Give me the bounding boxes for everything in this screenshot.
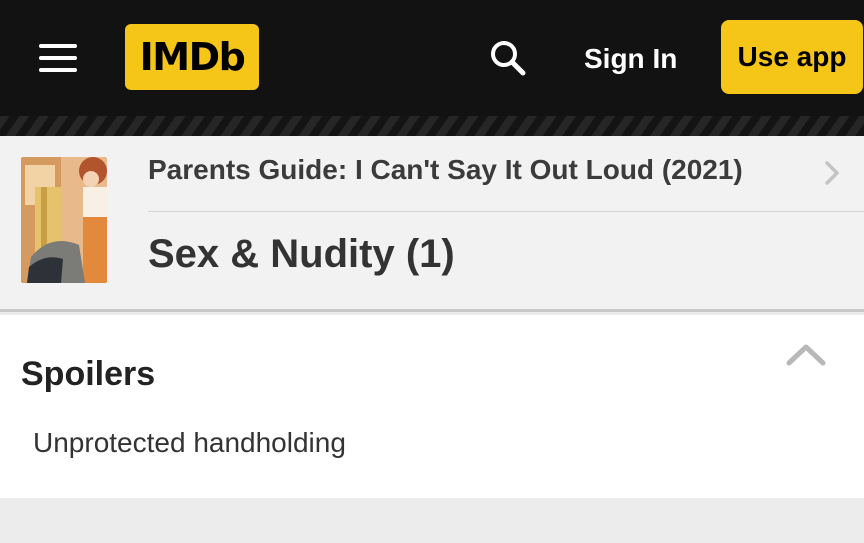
menu-icon-line — [39, 56, 77, 60]
chevron-up-svg — [786, 344, 826, 366]
logo-text: IMDb — [139, 35, 246, 79]
spoilers-panel: Spoilers Unprotected handholding — [0, 315, 864, 498]
list-item: Unprotected handholding — [33, 427, 346, 458]
spoilers-heading: Spoilers — [21, 355, 156, 393]
header-divider — [148, 211, 864, 212]
menu-icon[interactable] — [36, 40, 80, 76]
parents-guide-breadcrumb[interactable]: Parents Guide: I Can't Say It Out Loud (… — [148, 154, 743, 186]
sign-in-link[interactable]: Sign In — [584, 39, 677, 79]
imdb-logo[interactable]: IMDb — [125, 24, 259, 90]
section-title: Sex & Nudity (1) — [148, 232, 455, 276]
decorative-stripe — [0, 116, 864, 136]
menu-icon-line — [39, 68, 77, 72]
search-icon-svg — [491, 41, 526, 76]
search-icon[interactable] — [486, 36, 530, 80]
title-header-card: Parents Guide: I Can't Say It Out Loud (… — [0, 136, 864, 312]
page-background — [0, 498, 864, 543]
poster-thumbnail[interactable] — [21, 157, 107, 283]
use-app-button[interactable]: Use app — [721, 20, 863, 94]
poster-illustration — [21, 157, 107, 283]
chevron-up-icon[interactable] — [785, 339, 827, 369]
chevron-right-icon[interactable] — [820, 158, 844, 188]
top-navigation-bar: IMDb Sign In Use app — [0, 0, 864, 116]
menu-icon-line — [39, 44, 77, 48]
chevron-right-svg — [825, 161, 839, 185]
